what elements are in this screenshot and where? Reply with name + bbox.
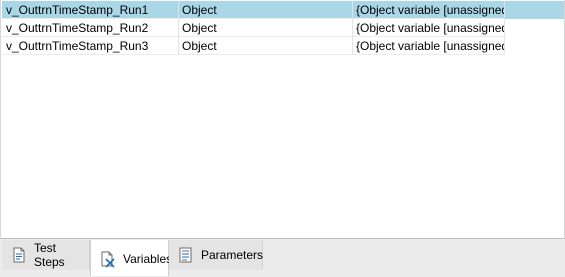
variable-x-icon [99,250,117,268]
parameters-list-icon [177,246,195,264]
variable-name-cell[interactable]: v_OuttrnTimeStamp_Run1 [2,1,179,19]
tab-parameters[interactable]: Parameters [169,240,263,270]
variable-type-cell[interactable]: Object [179,1,353,19]
variable-value-cell[interactable]: {Object variable [unassigned]} [353,37,505,55]
tab-test-steps[interactable]: Test Steps [2,240,90,270]
variables-grid[interactable]: v_OuttrnTimeStamp_Run1 Object {Object va… [0,0,565,239]
table-row[interactable]: v_OuttrnTimeStamp_Run3 Object {Object va… [2,37,564,55]
document-icon [10,246,28,264]
variable-name-cell[interactable]: v_OuttrnTimeStamp_Run3 [2,37,179,55]
variable-value-cell[interactable]: {Object variable [unassigned]} [353,19,505,37]
tab-variables[interactable]: Variables [90,240,173,276]
variables-panel: v_OuttrnTimeStamp_Run1 Object {Object va… [0,0,565,277]
variable-type-cell[interactable]: Object [179,19,353,37]
bottom-tab-bar: Test Steps Variables Parameters [0,239,565,277]
table-row[interactable]: v_OuttrnTimeStamp_Run2 Object {Object va… [2,19,564,37]
tab-variables-label: Variables [123,252,173,266]
table-row[interactable]: v_OuttrnTimeStamp_Run1 Object {Object va… [2,1,564,19]
tab-parameters-label: Parameters [201,248,264,262]
variable-value-cell[interactable]: {Object variable [unassigned]} [353,1,505,19]
variable-type-cell[interactable]: Object [179,37,353,55]
variable-name-cell[interactable]: v_OuttrnTimeStamp_Run2 [2,19,179,37]
tab-test-steps-label: Test Steps [34,241,65,269]
